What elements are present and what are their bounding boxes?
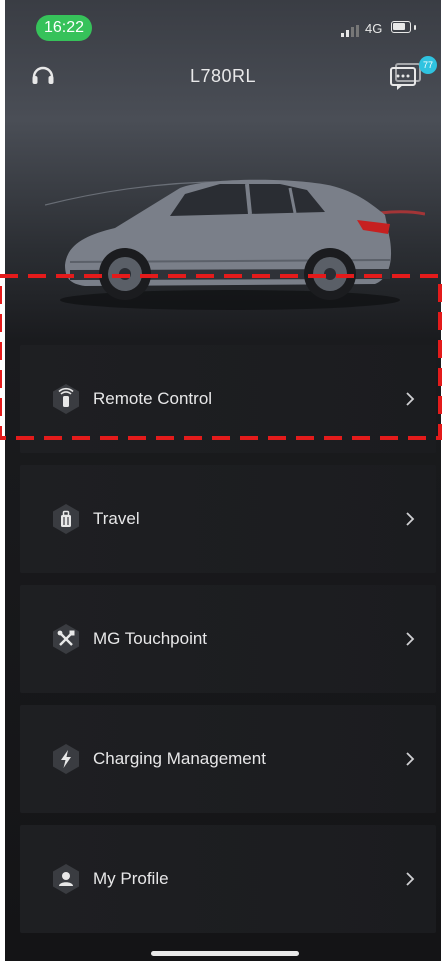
car-image bbox=[45, 179, 425, 310]
chevron-right-icon bbox=[406, 632, 415, 646]
chevron-right-icon bbox=[406, 752, 415, 766]
menu-label: Travel bbox=[93, 509, 140, 528]
chevron-right-icon bbox=[406, 872, 415, 886]
person-icon bbox=[53, 864, 79, 894]
luggage-icon bbox=[53, 504, 79, 534]
status-bar: 16:22 4G bbox=[5, 0, 441, 48]
menu-label: My Profile bbox=[93, 869, 169, 888]
menu-item-mg-touchpoint[interactable]: MG Touchpoint bbox=[20, 585, 436, 693]
menu-label: Remote Control bbox=[93, 389, 213, 408]
menu-item-remote-control[interactable]: Remote Control bbox=[20, 345, 436, 453]
signal-icon bbox=[341, 25, 359, 37]
menu-label: Charging Management bbox=[93, 749, 266, 768]
status-time: 16:22 bbox=[36, 15, 92, 41]
network-label: 4G bbox=[365, 21, 383, 36]
home-indicator bbox=[151, 951, 299, 956]
menu-item-charging-management[interactable]: Charging Management bbox=[20, 705, 436, 813]
menu-label: MG Touchpoint bbox=[93, 629, 208, 648]
vehicle-image bbox=[5, 110, 441, 340]
chevron-right-icon bbox=[406, 512, 415, 526]
tools-icon bbox=[53, 624, 79, 654]
vehicle-title: L780RL bbox=[189, 66, 257, 86]
menu-item-travel[interactable]: Travel bbox=[20, 465, 436, 573]
remote-key-icon bbox=[53, 384, 79, 414]
header: L780RL bbox=[5, 48, 441, 108]
menu-item-my-profile[interactable]: My Profile bbox=[20, 825, 436, 933]
chevron-right-icon bbox=[406, 392, 415, 406]
app-screen: 16:22 4G L780RL 77 Remote Control Travel… bbox=[5, 0, 441, 961]
lightning-icon bbox=[53, 744, 79, 774]
battery-icon bbox=[391, 21, 416, 33]
message-badge: 77 bbox=[419, 56, 437, 74]
